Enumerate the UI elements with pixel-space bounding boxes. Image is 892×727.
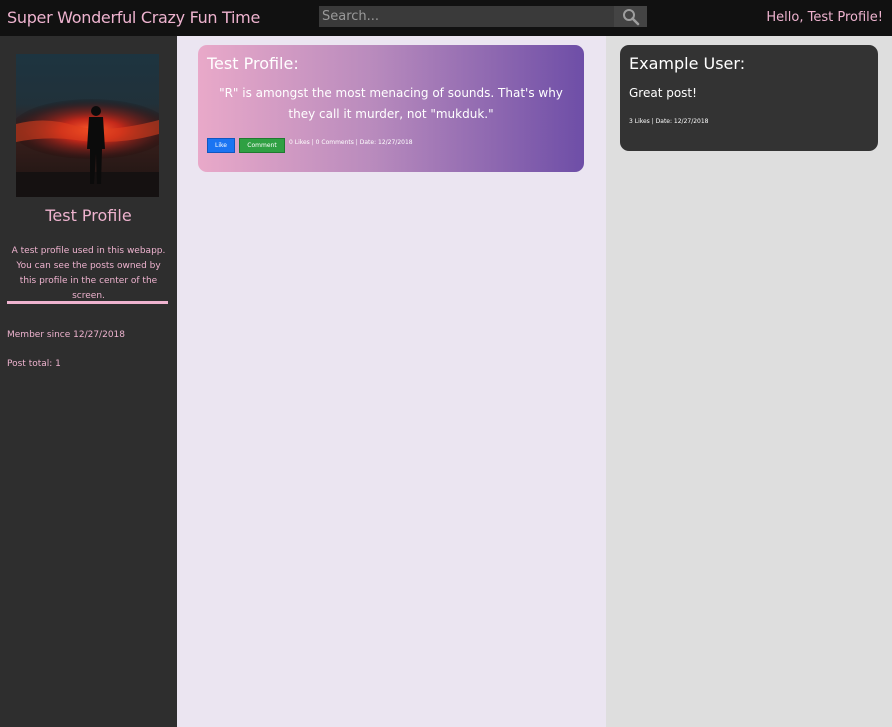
search-box: [319, 6, 647, 27]
search-button[interactable]: [614, 6, 647, 27]
app-title[interactable]: Super Wonderful Crazy Fun Time: [7, 8, 260, 27]
like-button[interactable]: Like: [207, 138, 235, 153]
post-card[interactable]: Test Profile: "R" is amongst the most me…: [198, 45, 584, 172]
profile-description: A test profile used in this webapp. You …: [11, 246, 166, 301]
comment-button[interactable]: Comment: [239, 138, 285, 153]
comment-meta: 3 Likes | Date: 12/27/2018: [629, 118, 709, 125]
comments-panel: Example User: Great post! 3 Likes | Date…: [606, 36, 892, 727]
search-icon: [622, 8, 639, 25]
avatar-image: [16, 54, 159, 197]
top-nav-bar: Super Wonderful Crazy Fun Time Hello, Te…: [0, 0, 892, 36]
comment-card[interactable]: Example User: Great post! 3 Likes | Date…: [620, 45, 878, 151]
comment-author[interactable]: Example User:: [629, 54, 745, 73]
user-greeting[interactable]: Hello, Test Profile!: [766, 10, 883, 25]
post-body: "R" is amongst the most menacing of soun…: [219, 86, 563, 121]
profile-sidebar: Test Profile A test profile used in this…: [0, 36, 177, 727]
sidebar-divider: [7, 301, 168, 304]
post-meta: 0 Likes | 0 Comments | Date: 12/27/2018: [289, 139, 413, 146]
profile-name: Test Profile: [45, 206, 132, 225]
posts-feed: Test Profile: "R" is amongst the most me…: [177, 36, 606, 727]
post-author[interactable]: Test Profile:: [207, 54, 299, 73]
search-input[interactable]: [319, 6, 613, 27]
comment-body: Great post!: [629, 86, 697, 100]
member-since: Member since 12/27/2018: [7, 330, 125, 340]
post-total: Post total: 1: [7, 359, 61, 369]
profile-avatar: [16, 54, 159, 197]
